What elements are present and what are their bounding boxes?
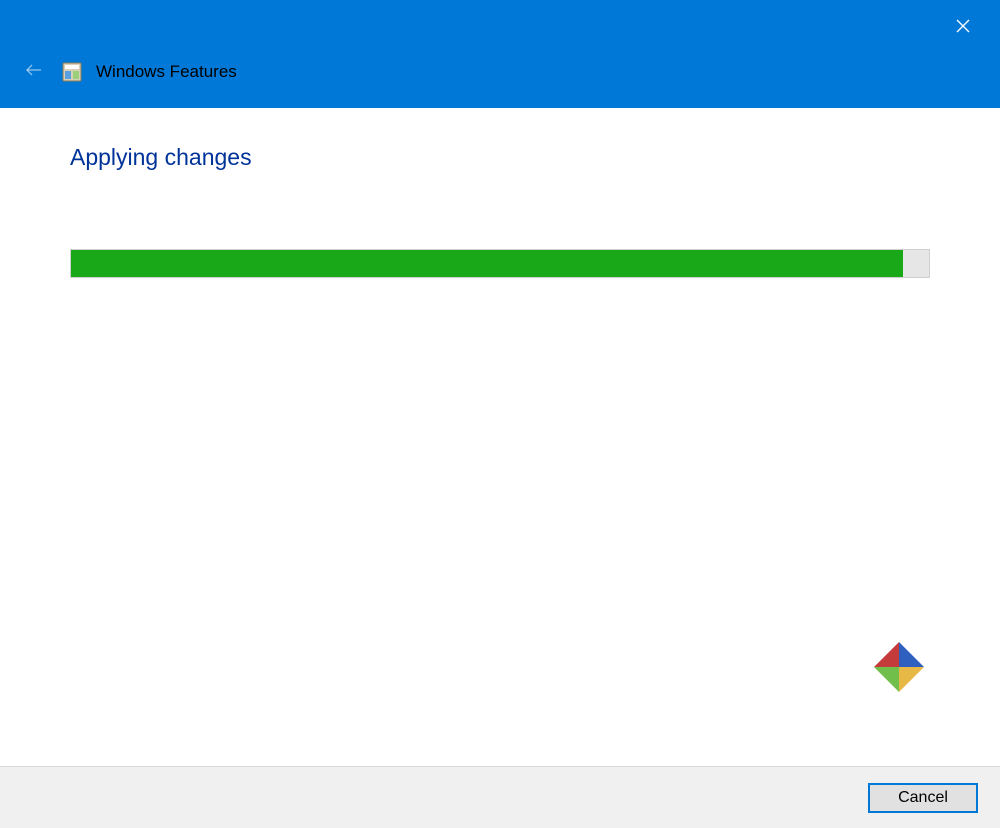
arrow-left-icon (24, 60, 44, 85)
titlebar: Windows Features (0, 0, 1000, 108)
close-button[interactable] (940, 12, 986, 44)
cancel-button[interactable]: Cancel (868, 783, 978, 813)
window-title: Windows Features (96, 62, 237, 82)
titlebar-content: Windows Features (20, 58, 237, 86)
watermark-logo-icon (872, 640, 926, 694)
page-heading: Applying changes (70, 144, 930, 171)
progress-bar (70, 249, 930, 278)
close-icon (956, 19, 970, 38)
progress-bar-fill (71, 250, 903, 277)
content-area: Applying changes (0, 108, 1000, 766)
back-button[interactable] (20, 58, 48, 86)
windows-features-icon (62, 62, 82, 82)
dialog-footer: Cancel (0, 766, 1000, 828)
